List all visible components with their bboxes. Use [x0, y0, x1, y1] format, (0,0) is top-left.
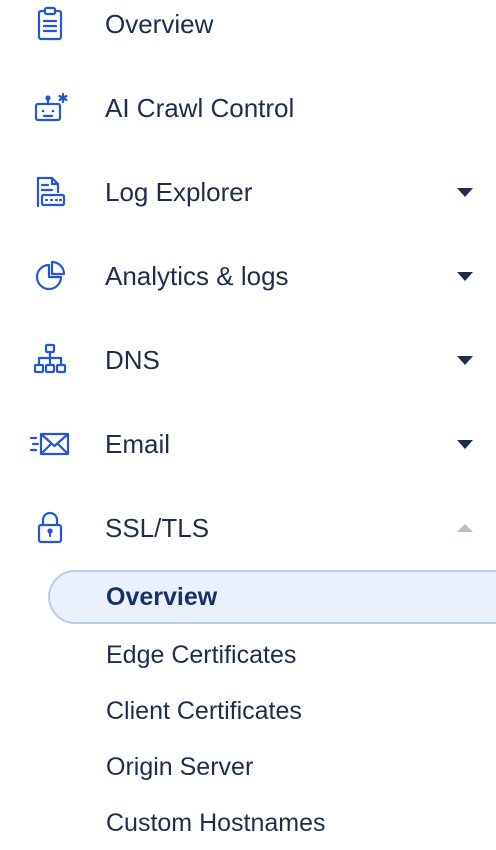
sidebar-item-label: DNS [105, 345, 160, 375]
sidebar-item-log-explorer[interactable]: Log Explorer [0, 160, 496, 224]
sidebar-item-label: Analytics & logs [105, 261, 289, 291]
submenu-item-label: Overview [106, 583, 218, 611]
chevron-down-icon[interactable] [455, 269, 475, 283]
envelope-icon [30, 424, 70, 464]
submenu-item-origin-server[interactable]: Origin Server [48, 740, 496, 794]
clipboard-icon [30, 4, 70, 44]
pie-chart-icon [30, 256, 70, 296]
submenu-item-label: Client Certificates [106, 697, 302, 725]
submenu-item-client-certificates[interactable]: Client Certificates [48, 684, 496, 738]
submenu-item-edge-certificates[interactable]: Edge Certificates [48, 628, 496, 682]
submenu-item-label: Origin Server [106, 753, 254, 781]
sidebar-item-overview[interactable]: Overview [0, 0, 496, 56]
sidebar-item-label: Log Explorer [105, 177, 253, 207]
sidebar-item-label: Email [105, 429, 171, 459]
chevron-down-icon[interactable] [455, 437, 475, 451]
sidebar-item-dns[interactable]: DNS [0, 328, 496, 392]
chevron-down-icon[interactable] [455, 185, 475, 199]
lock-icon [30, 508, 70, 548]
network-tree-icon [30, 340, 70, 380]
sidebar-item-label: AI Crawl Control [105, 93, 295, 123]
sidebar-item-ssl-tls[interactable]: SSL/TLS [0, 496, 496, 560]
log-document-icon [30, 172, 70, 212]
sidebar-item-email[interactable]: Email [0, 412, 496, 476]
sidebar-item-label: SSL/TLS [105, 513, 210, 543]
sidebar-item-analytics-logs[interactable]: Analytics & logs [0, 244, 496, 308]
chevron-down-icon[interactable] [455, 353, 475, 367]
submenu-item-label: Custom Hostnames [106, 809, 326, 837]
robot-icon [30, 88, 70, 128]
sidebar-item-ai-crawl-control[interactable]: AI Crawl Control [0, 76, 496, 140]
submenu-item-custom-hostnames[interactable]: Custom Hostnames [48, 796, 496, 850]
submenu-item-overview[interactable]: Overview [48, 570, 496, 624]
submenu-item-label: Edge Certificates [106, 641, 297, 669]
sidebar-item-label: Overview [105, 9, 214, 39]
chevron-up-icon[interactable] [455, 521, 475, 535]
